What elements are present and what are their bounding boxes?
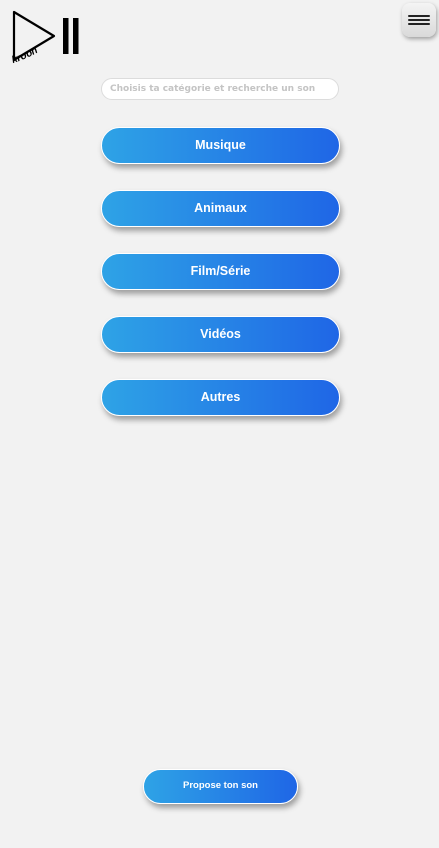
kroon-logo[interactable]: kroon bbox=[10, 8, 90, 68]
play-pause-logo-icon: kroon bbox=[10, 10, 79, 66]
category-button-videos[interactable]: Vidéos bbox=[101, 316, 340, 353]
category-button-musique[interactable]: Musique bbox=[101, 127, 340, 164]
category-button-animaux[interactable]: Animaux bbox=[101, 190, 340, 227]
hamburger-menu-icon bbox=[408, 15, 430, 25]
category-button-autres[interactable]: Autres bbox=[101, 379, 340, 416]
propose-sound-button[interactable]: Propose ton son bbox=[143, 769, 298, 804]
app-page: kroon Musique Animaux Film/Série Vidéos … bbox=[0, 0, 439, 848]
category-button-film-serie[interactable]: Film/Série bbox=[101, 253, 340, 290]
menu-button[interactable] bbox=[402, 3, 436, 37]
search-input[interactable] bbox=[101, 78, 339, 100]
